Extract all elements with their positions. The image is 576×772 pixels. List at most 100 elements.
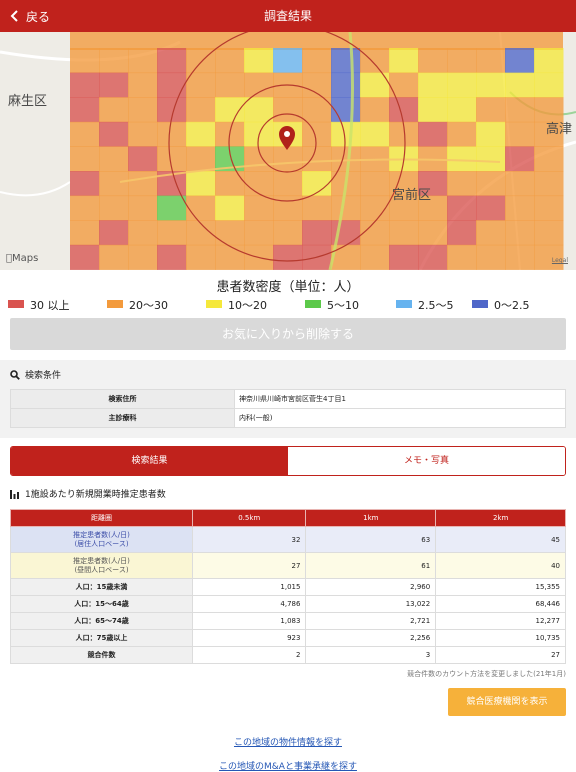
heatmap-cell — [505, 121, 535, 147]
tab-memo-photo[interactable]: メモ・写真 — [288, 447, 565, 475]
table-row: 人口：15〜64歳 4,786 13,022 68,446 — [10, 595, 566, 613]
heatmap-cell — [476, 146, 506, 172]
row-value: 27 — [191, 552, 307, 579]
legend-item: 2.5〜5 — [396, 296, 454, 310]
heatmap-cell — [157, 220, 187, 246]
density-legend: 30 以上 20〜30 10〜20 5〜10 2.5〜5 0〜2.5 — [0, 296, 576, 310]
heatmap-cell — [331, 195, 361, 221]
bar-chart-icon — [10, 489, 19, 499]
heatmap-cell — [534, 195, 564, 221]
heatmap-cell — [447, 121, 477, 147]
results-table: 距離圏 0.5km 1km 2km 推定患者数(人/日) (居住人口ベース) 32… — [10, 509, 566, 664]
row-value: 68,446 — [435, 595, 566, 613]
row-value: 2 — [191, 646, 307, 664]
heatmap-cell — [331, 146, 361, 172]
heatmap-cell — [273, 244, 303, 270]
condition-row: 主診療科 内科(一般) — [10, 408, 566, 428]
heatmap-cell — [302, 72, 332, 98]
heatmap-cell — [447, 48, 477, 74]
heatmap-cell — [476, 220, 506, 246]
heatmap-cell — [447, 72, 477, 98]
competitor-count-note: 競合件数のカウント方法を変更しました(21年1月) — [407, 670, 566, 678]
heatmap-cell — [273, 97, 303, 123]
heatmap-cell — [505, 171, 535, 197]
row-value: 10,735 — [435, 629, 566, 647]
heatmap-cell — [70, 97, 100, 123]
heatmap-cell — [389, 244, 419, 270]
heatmap-cell — [70, 146, 100, 172]
heatmap-cell — [360, 121, 390, 147]
legend-swatch — [206, 300, 222, 308]
map-legal-link[interactable]: Legal — [552, 257, 568, 264]
row-value: 923 — [191, 629, 307, 647]
heatmap-cell — [360, 97, 390, 123]
heatmap-cell — [215, 48, 245, 74]
apple-maps-logo: Maps — [6, 253, 38, 264]
heatmap-cell — [505, 220, 535, 246]
heatmap-cell — [505, 146, 535, 172]
heatmap-cell — [157, 72, 187, 98]
legend-swatch — [8, 300, 24, 308]
tab-results[interactable]: 検索結果 — [11, 447, 288, 475]
legend-item: 5〜10 — [305, 296, 359, 310]
heatmap-cell — [157, 244, 187, 270]
row-value: 61 — [305, 552, 437, 579]
heatmap-cell — [70, 195, 100, 221]
show-competitors-button[interactable]: 競合医療機関を表示 — [448, 688, 566, 716]
heatmap-cell — [447, 195, 477, 221]
row-label: 人口：15歳未満 — [10, 578, 193, 596]
heatmap-cell — [128, 220, 158, 246]
map-label-azabu: 麻生区 — [8, 94, 48, 109]
search-conditions-table: 検索住所 神奈川県川崎市宮前区菅生4丁目1 主診療科 内科(一般) — [10, 389, 566, 428]
row-label: 推定患者数(人/日) (昼間人口ベース) — [10, 552, 193, 579]
heatmap-cell — [244, 195, 274, 221]
heatmap-cell — [476, 72, 506, 98]
legend-swatch — [107, 300, 123, 308]
remove-favorite-button[interactable]: お気に入りから削除する — [10, 318, 566, 350]
row-value: 4,786 — [191, 595, 307, 613]
heatmap-cell — [273, 146, 303, 172]
heatmap-cell — [128, 97, 158, 123]
map-view[interactable]: 麻生区 宮前区 高津 Maps Legal — [0, 32, 576, 270]
heatmap-cell — [215, 195, 245, 221]
heatmap-cell — [99, 121, 129, 147]
heatmap-cell — [244, 171, 274, 197]
heatmap-cell — [244, 220, 274, 246]
results-header-row: 距離圏 0.5km 1km 2km — [10, 509, 566, 527]
navigation-bar: 戻る 調査結果 — [0, 0, 576, 32]
heatmap-cell — [186, 171, 216, 197]
heatmap-cell — [70, 121, 100, 147]
legend-title: 患者数密度（単位：人） — [216, 280, 360, 295]
heatmap-cell — [389, 48, 419, 74]
heatmap-cell — [302, 48, 332, 74]
row-value: 12,277 — [435, 612, 566, 630]
property-info-link[interactable]: この地域の物件情報を探す — [0, 735, 576, 748]
heatmap-cell — [534, 48, 564, 74]
heatmap-cell — [128, 121, 158, 147]
heatmap-cell — [99, 97, 129, 123]
legend-item: 10〜20 — [206, 296, 267, 310]
heatmap-cell — [128, 244, 158, 270]
ma-succession-link[interactable]: この地域のM&Aと事業承継を探す — [0, 759, 576, 772]
heatmap-cell — [418, 220, 448, 246]
condition-row: 検索住所 神奈川県川崎市宮前区菅生4丁目1 — [10, 389, 566, 409]
heatmap-cell — [70, 171, 100, 197]
heatmap-cell — [99, 146, 129, 172]
heatmap-cell — [99, 171, 129, 197]
legend-item: 30 以上 — [8, 296, 70, 310]
heatmap-cell — [302, 146, 332, 172]
heatmap-cell — [99, 195, 129, 221]
legend-label: 5〜10 — [327, 299, 359, 310]
condition-key: 主診療科 — [10, 408, 235, 428]
heatmap-cell — [157, 195, 187, 221]
legend-label: 30 以上 — [30, 299, 70, 310]
heatmap-cell — [331, 48, 361, 74]
heatmap-cell — [128, 171, 158, 197]
heatmap-overlay — [0, 32, 576, 270]
heatmap-cell — [128, 72, 158, 98]
back-button[interactable]: 戻る — [10, 0, 50, 32]
heatmap-cell — [157, 121, 187, 147]
heatmap-cell — [215, 171, 245, 197]
heatmap-cell — [389, 97, 419, 123]
row-label: 人口：75歳以上 — [10, 629, 193, 647]
